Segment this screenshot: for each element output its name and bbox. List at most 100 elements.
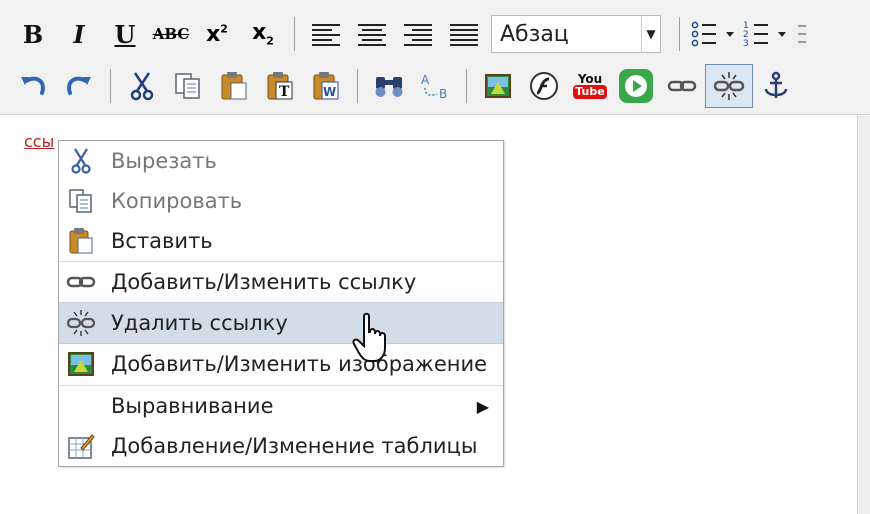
anchor-button[interactable]: [753, 64, 799, 108]
link-icon: [667, 80, 697, 92]
bullet-list-button[interactable]: [688, 12, 740, 56]
undo-button[interactable]: [10, 64, 56, 108]
menu-item-label: Вставить: [111, 229, 213, 253]
context-menu: Вырезать Копировать Вставить Добавить/Из…: [58, 140, 504, 467]
unlink-button[interactable]: [705, 64, 753, 108]
format-select[interactable]: Абзац ▼: [491, 15, 661, 53]
align-right-icon: [404, 24, 432, 46]
paste-text-button[interactable]: T: [257, 64, 303, 108]
menu-item-alignment[interactable]: Выравнивание ▶: [59, 386, 503, 426]
table-icon: [65, 430, 97, 462]
toolbar-separator: [679, 17, 680, 51]
outdent-icon: [798, 25, 806, 43]
hand-pointer-icon: [352, 312, 386, 362]
replace-icon: AB: [421, 73, 447, 100]
toolbar-separator: [466, 69, 467, 103]
menu-item-paste[interactable]: Вставить: [59, 221, 503, 261]
menu-item-label: Выравнивание: [111, 394, 274, 418]
svg-text:B: B: [439, 87, 447, 100]
svg-text:A: A: [421, 73, 430, 87]
outdent-button[interactable]: [792, 12, 806, 56]
paste-text-icon: T: [267, 72, 293, 100]
insert-media-button[interactable]: [613, 64, 659, 108]
menu-item-edit-table[interactable]: Добавление/Изменение таблицы: [59, 426, 503, 466]
superscript-button[interactable]: x2: [194, 12, 240, 56]
scissors-icon: [65, 145, 97, 177]
copy-icon: [175, 73, 200, 99]
insert-link-button[interactable]: [659, 64, 705, 108]
redo-icon: [67, 76, 91, 95]
youtube-icon: You Tube: [573, 73, 607, 99]
underline-button[interactable]: U: [102, 12, 148, 56]
copy-icon: [65, 185, 97, 217]
redo-button[interactable]: [56, 64, 102, 108]
paste-icon: [65, 225, 97, 257]
editor-link-text[interactable]: ссы: [24, 132, 54, 151]
find-button[interactable]: [366, 64, 412, 108]
strikethrough-button[interactable]: ABC: [148, 12, 194, 56]
toolbar-separator: [357, 69, 358, 103]
numbered-list-icon: 123: [743, 21, 786, 48]
align-right-button[interactable]: [395, 12, 441, 56]
cut-button[interactable]: [119, 64, 165, 108]
toolbar-separator: [110, 69, 111, 103]
menu-item-label: Добавить/Изменить изображение: [111, 352, 488, 376]
align-left-icon: [312, 24, 340, 46]
anchor-icon: [764, 71, 788, 98]
scissors-icon: [130, 72, 154, 101]
media-icon: [619, 69, 653, 103]
italic-icon: I: [73, 19, 85, 49]
format-select-value: Абзац: [500, 21, 569, 47]
menu-item-label: Добавить/Изменить ссылку: [111, 270, 417, 294]
paste-icon: [221, 72, 247, 100]
insert-image-button[interactable]: [475, 64, 521, 108]
menu-item-edit-link[interactable]: Добавить/Изменить ссылку: [59, 262, 503, 302]
align-justify-button[interactable]: [441, 12, 487, 56]
underline-icon: U: [114, 19, 136, 49]
superscript-icon: x2: [206, 21, 228, 47]
italic-button[interactable]: I: [56, 12, 102, 56]
paste-button[interactable]: [211, 64, 257, 108]
undo-icon: [21, 76, 45, 95]
bullet-list-icon: [691, 21, 734, 47]
editor-scrollbar[interactable]: [857, 115, 870, 514]
image-icon: [65, 348, 97, 380]
bold-icon: B: [22, 19, 44, 49]
chevron-down-icon: ▼: [641, 16, 660, 52]
replace-button[interactable]: AB: [412, 64, 458, 108]
menu-item-label: Удалить ссылку: [111, 311, 288, 335]
image-icon: [485, 74, 511, 98]
menu-item-cut[interactable]: Вырезать: [59, 141, 503, 181]
link-icon: [65, 266, 97, 298]
paste-word-button[interactable]: W: [303, 64, 349, 108]
insert-flash-button[interactable]: [521, 64, 567, 108]
svg-text:T: T: [279, 84, 290, 100]
flash-icon: [530, 72, 558, 100]
subscript-icon: x2: [252, 20, 274, 48]
align-center-button[interactable]: [349, 12, 395, 56]
editor-toolbar: B I U ABC x2 x2 Абзац ▼ 123 T W A B You …: [0, 0, 870, 115]
align-left-button[interactable]: [303, 12, 349, 56]
svg-text:3: 3: [743, 39, 749, 48]
align-center-icon: [358, 24, 386, 46]
toolbar-row-insert: T W AB You Tube: [10, 64, 799, 108]
subscript-button[interactable]: x2: [240, 12, 286, 56]
copy-button[interactable]: [165, 64, 211, 108]
unlink-icon: [713, 72, 745, 100]
bold-button[interactable]: B: [10, 12, 56, 56]
menu-item-label: Вырезать: [111, 149, 217, 173]
paste-word-icon: W: [313, 72, 339, 100]
binoculars-icon: [375, 77, 403, 97]
menu-item-label: Добавление/Изменение таблицы: [111, 434, 478, 458]
align-justify-icon: [450, 24, 478, 46]
menu-item-remove-link[interactable]: Удалить ссылку: [59, 302, 503, 344]
menu-item-edit-image[interactable]: Добавить/Изменить изображение: [59, 344, 503, 384]
menu-item-label: Копировать: [111, 189, 243, 213]
submenu-arrow-icon: ▶: [476, 396, 489, 416]
numbered-list-button[interactable]: 123: [740, 12, 792, 56]
svg-text:W: W: [323, 85, 336, 99]
strikethrough-icon: ABC: [152, 25, 190, 43]
unlink-icon: [65, 307, 97, 339]
menu-item-copy[interactable]: Копировать: [59, 181, 503, 221]
insert-youtube-button[interactable]: You Tube: [567, 64, 613, 108]
